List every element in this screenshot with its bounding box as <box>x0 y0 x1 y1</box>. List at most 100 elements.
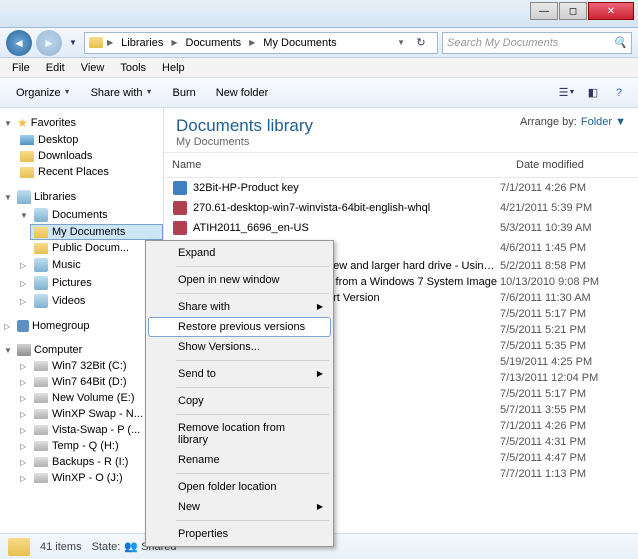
sidebar-libraries-header[interactable]: ▼ Libraries <box>0 188 163 206</box>
breadcrumb-sep[interactable]: ▶ <box>169 38 179 47</box>
minimize-button[interactable]: — <box>530 2 558 20</box>
history-dropdown[interactable]: ▼ <box>66 33 80 53</box>
menubar: File Edit View Tools Help <box>0 58 638 78</box>
collapse-icon: ▼ <box>4 346 14 355</box>
menu-tools[interactable]: Tools <box>112 60 154 76</box>
status-count: 41 items <box>40 541 82 553</box>
drive-icon <box>34 393 48 403</box>
context-item[interactable]: Rename <box>148 450 331 470</box>
search-input[interactable]: Search My Documents 🔍 <box>442 32 632 54</box>
context-item[interactable]: New▶ <box>148 497 331 517</box>
library-icon <box>34 294 48 308</box>
breadcrumb-part[interactable]: My Documents <box>259 35 340 51</box>
search-placeholder: Search My Documents <box>447 37 558 49</box>
back-button[interactable]: ◄ <box>6 30 32 56</box>
folder-icon <box>20 167 34 178</box>
new-folder-button[interactable]: New folder <box>208 83 277 103</box>
folder-icon <box>89 37 103 48</box>
breadcrumb-sep[interactable]: ▶ <box>105 38 115 47</box>
drive-icon <box>34 425 48 435</box>
context-separator <box>176 387 329 388</box>
file-row[interactable]: 32Bit-HP-Product key7/1/2011 4:26 PM <box>164 178 638 198</box>
maximize-button[interactable]: ◻ <box>559 2 587 20</box>
context-item[interactable]: Expand <box>148 243 331 263</box>
library-title: Documents library <box>176 116 313 136</box>
sidebar-item-publicdocs[interactable]: Public Docum... <box>30 240 163 256</box>
sidebar-item-drive[interactable]: ▷Temp - Q (H:) <box>16 438 163 454</box>
context-separator <box>176 520 329 521</box>
menu-edit[interactable]: Edit <box>38 60 73 76</box>
sidebar-item-pictures[interactable]: ▷Pictures <box>16 274 163 292</box>
toolbar: Organize▼ Share with▼ Burn New folder ☰ … <box>0 78 638 108</box>
menu-file[interactable]: File <box>4 60 38 76</box>
sidebar-item-videos[interactable]: ▷Videos <box>16 292 163 310</box>
expand-icon: ▷ <box>20 410 30 419</box>
sidebar-computer-header[interactable]: ▼ Computer <box>0 342 163 358</box>
context-item[interactable]: Restore previous versions <box>148 317 331 337</box>
file-row[interactable]: ATIH2011_6696_en-US5/3/2011 10:39 AM <box>164 218 638 238</box>
context-item[interactable]: Open folder location <box>148 477 331 497</box>
file-row[interactable]: 270.61-desktop-win7-winvista-64bit-engli… <box>164 198 638 218</box>
sidebar-item-recent[interactable]: Recent Places <box>16 164 163 180</box>
close-button[interactable]: ✕ <box>588 2 634 20</box>
burn-button[interactable]: Burn <box>165 83 204 103</box>
sidebar-item-drive[interactable]: ▷Vista-Swap - P (... <box>16 422 163 438</box>
column-name[interactable]: Name <box>164 157 508 173</box>
share-with-button[interactable]: Share with▼ <box>83 83 161 103</box>
file-date: 7/5/2011 4:31 PM <box>500 436 630 448</box>
file-icon <box>173 221 187 235</box>
column-date[interactable]: Date modified <box>508 157 638 173</box>
sidebar-item-mydocuments[interactable]: My Documents <box>30 224 163 240</box>
context-item[interactable]: Show Versions... <box>148 337 331 357</box>
breadcrumb-sep[interactable]: ▶ <box>247 38 257 47</box>
sidebar-item-music[interactable]: ▷Music <box>16 256 163 274</box>
sidebar-item-drive[interactable]: ▷WinXP - O (J:) <box>16 470 163 486</box>
sidebar-item-desktop[interactable]: Desktop <box>16 132 163 148</box>
libraries-icon <box>17 190 31 204</box>
sidebar-item-downloads[interactable]: Downloads <box>16 148 163 164</box>
file-name: 270.61-desktop-win7-winvista-64bit-engli… <box>193 202 500 214</box>
forward-button[interactable]: ► <box>36 30 62 56</box>
drive-icon <box>34 473 48 483</box>
breadcrumb-part[interactable]: Documents <box>182 35 246 51</box>
context-item[interactable]: Remove location from library <box>148 418 331 450</box>
expand-icon: ▷ <box>20 458 30 467</box>
file-date: 7/13/2011 12:04 PM <box>500 372 630 384</box>
menu-help[interactable]: Help <box>154 60 193 76</box>
column-headers: Name Date modified <box>164 152 638 178</box>
menu-view[interactable]: View <box>73 60 113 76</box>
library-header: Documents library My Documents Arrange b… <box>164 108 638 152</box>
expand-icon: ▷ <box>20 279 30 288</box>
address-dropdown[interactable]: ▼ <box>395 38 407 47</box>
collapse-icon: ▼ <box>4 193 14 202</box>
expand-icon: ▷ <box>20 378 30 387</box>
address-bar[interactable]: ▶ Libraries ▶ Documents ▶ My Documents ▼… <box>84 32 438 54</box>
sidebar-homegroup-header[interactable]: ▷ Homegroup <box>0 318 163 334</box>
arrange-by: Arrange by: Folder ▼ <box>520 116 626 128</box>
breadcrumb-part[interactable]: Libraries <box>117 35 167 51</box>
sidebar-item-drive[interactable]: ▷WinXP Swap - N... <box>16 406 163 422</box>
file-date: 7/5/2011 5:35 PM <box>500 340 630 352</box>
sidebar-favorites-header[interactable]: ▼ ★ Favorites <box>0 114 163 132</box>
file-date: 5/19/2011 4:25 PM <box>500 356 630 368</box>
context-item[interactable]: Properties <box>148 524 331 544</box>
arrange-value[interactable]: Folder ▼ <box>581 116 626 128</box>
sidebar-item-documents[interactable]: ▼Documents <box>16 206 163 224</box>
refresh-button[interactable]: ↻ <box>409 36 433 49</box>
context-item[interactable]: Share with▶ <box>148 297 331 317</box>
context-separator <box>176 293 329 294</box>
collapse-icon: ▼ <box>4 119 14 128</box>
sidebar-item-drive[interactable]: ▷Backups - R (I:) <box>16 454 163 470</box>
sidebar-item-drive[interactable]: ▷Win7 64Bit (D:) <box>16 374 163 390</box>
context-item[interactable]: Open in new window <box>148 270 331 290</box>
context-item[interactable]: Send to▶ <box>148 364 331 384</box>
drive-icon <box>34 457 48 467</box>
organize-button[interactable]: Organize▼ <box>8 83 79 103</box>
preview-pane-button[interactable]: ◧ <box>582 82 604 104</box>
sidebar-item-drive[interactable]: ▷New Volume (E:) <box>16 390 163 406</box>
help-button[interactable]: ? <box>608 82 630 104</box>
drive-icon <box>34 377 48 387</box>
context-item[interactable]: Copy <box>148 391 331 411</box>
view-options-button[interactable]: ☰ ▼ <box>556 82 578 104</box>
sidebar-item-drive[interactable]: ▷Win7 32Bit (C:) <box>16 358 163 374</box>
